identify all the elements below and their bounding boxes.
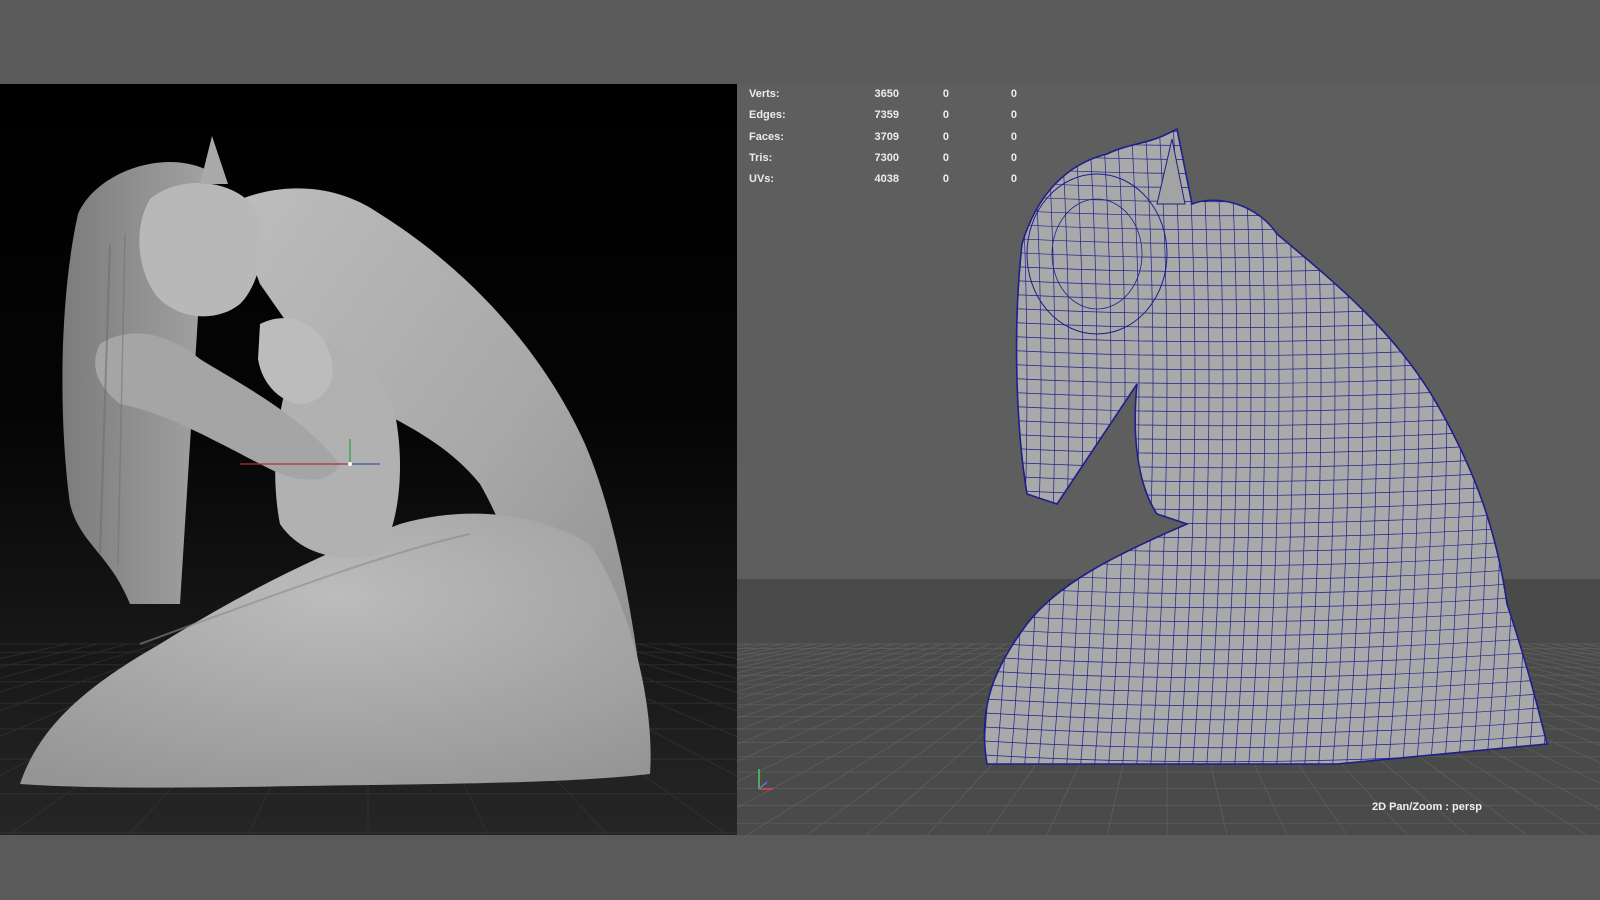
wireframe-mesh[interactable] — [967, 118, 1567, 790]
hud-label: Faces: — [749, 130, 784, 143]
hud-label: Verts: — [749, 88, 780, 100]
hud-label: Tris: — [749, 151, 773, 164]
hud-selected-value: 0 — [942, 88, 949, 100]
sculpt-viewport[interactable] — [0, 84, 737, 835]
top-border — [0, 0, 1600, 84]
hud-visible-value: 0 — [1010, 151, 1017, 164]
hud-selected-value: 0 — [942, 151, 949, 164]
hud-visible-value: 0 — [1010, 88, 1017, 100]
hud-total-value: 7300 — [874, 151, 899, 164]
sculpt-canvas[interactable] — [0, 84, 737, 835]
hud-visible-value: 0 — [1010, 130, 1017, 143]
camera-label: 2D Pan/Zoom : persp — [1371, 801, 1482, 813]
modeling-viewport[interactable]: Verts: 3650 0 0 Edges: 7359 0 0 Faces: 3709 0 0 Tris… — [737, 84, 1600, 835]
bottom-border — [0, 835, 1600, 900]
sculpt-mesh[interactable] — [20, 136, 651, 788]
hud-visible-value: 0 — [1010, 109, 1017, 122]
hud-selected-value: 0 — [942, 109, 949, 122]
hud-label: Edges: — [749, 109, 786, 122]
hud-total-value: 7359 — [874, 109, 899, 122]
hud-total-value: 3709 — [874, 130, 899, 143]
viewport-canvas[interactable] — [737, 84, 1600, 835]
hud-total-value: 3650 — [874, 88, 899, 100]
hud-selected-value: 0 — [942, 173, 949, 186]
hud-visible-value: 0 — [1010, 173, 1017, 186]
hud-label: UVs: — [749, 173, 775, 186]
hud-total-value: 4038 — [874, 173, 899, 186]
hud-selected-value: 0 — [942, 130, 949, 143]
